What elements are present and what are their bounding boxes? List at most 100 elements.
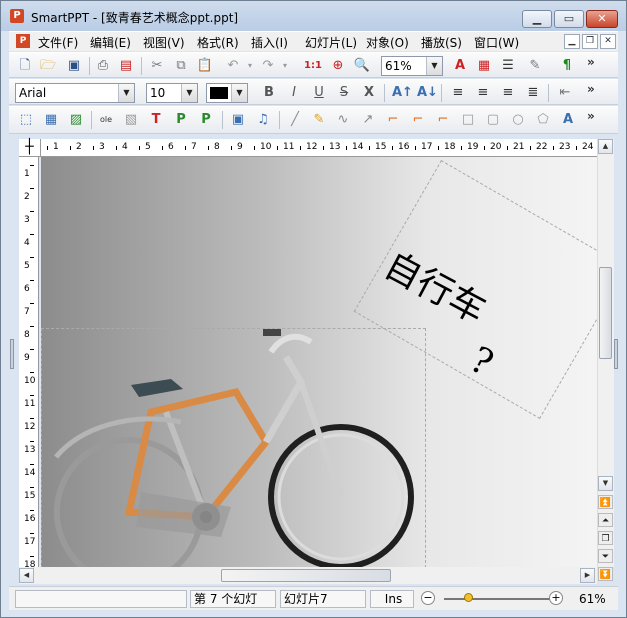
next-slide-icon[interactable]: ⏷ bbox=[598, 549, 613, 563]
font-name-combo[interactable]: Arial ▼ bbox=[15, 83, 135, 103]
sound-icon[interactable]: ♫ bbox=[254, 111, 272, 129]
connector3-icon[interactable]: ⌐ bbox=[434, 111, 452, 129]
left-pane-handle[interactable] bbox=[10, 339, 14, 369]
mdi-restore-button[interactable]: ❐ bbox=[582, 34, 598, 49]
last-slide-icon[interactable]: ⏬ bbox=[598, 567, 613, 581]
menu-format[interactable]: 格式(R) bbox=[197, 34, 239, 51]
zoom-page-icon[interactable]: ⊕ bbox=[329, 57, 347, 75]
menu-window[interactable]: 窗口(W) bbox=[474, 34, 519, 51]
chevron-down-icon[interactable]: ▼ bbox=[181, 84, 197, 102]
toolbar-more-icon[interactable]: » bbox=[587, 82, 595, 96]
zoom-in-button[interactable]: + bbox=[549, 591, 563, 605]
bold-button[interactable]: B bbox=[260, 84, 278, 102]
align-center-icon[interactable]: ≡ bbox=[474, 84, 492, 102]
text-p2-icon[interactable]: P bbox=[197, 111, 215, 129]
roundrect-icon[interactable]: ▢ bbox=[484, 111, 502, 129]
menu-edit[interactable]: 编辑(E) bbox=[90, 34, 131, 51]
select-icon[interactable]: ⬚ bbox=[17, 111, 35, 129]
slide-pages-icon[interactable]: ❐ bbox=[598, 531, 613, 545]
slide-canvas[interactable]: 自行车 ? bbox=[41, 157, 597, 567]
chevron-down-icon[interactable]: ▼ bbox=[231, 84, 247, 102]
menu-insert[interactable]: 插入(I) bbox=[251, 34, 288, 51]
vertical-scroll-thumb[interactable] bbox=[599, 267, 612, 359]
toolbar-more-icon[interactable]: » bbox=[587, 109, 595, 123]
scroll-right-icon[interactable]: ▶ bbox=[580, 568, 595, 583]
font-size-combo[interactable]: 10 ▼ bbox=[146, 83, 198, 103]
connector-icon[interactable]: ⌐ bbox=[384, 111, 402, 129]
text-t-icon[interactable]: T bbox=[147, 111, 165, 129]
connector2-icon[interactable]: ⌐ bbox=[409, 111, 427, 129]
brush-icon[interactable]: ✎ bbox=[526, 57, 544, 75]
pdf-icon[interactable]: ▤ bbox=[117, 57, 135, 75]
search-icon[interactable]: 🔍 bbox=[353, 57, 371, 75]
close-button[interactable]: ✕ bbox=[586, 10, 618, 28]
zoom-combo[interactable]: 61% ▼ bbox=[381, 56, 443, 76]
italic-button[interactable]: I bbox=[285, 84, 303, 102]
minimize-button[interactable]: ▁ bbox=[522, 10, 552, 28]
pencil-icon[interactable]: ✎ bbox=[310, 111, 328, 129]
menu-slide[interactable]: 幻灯片(L) bbox=[305, 34, 357, 51]
line-icon[interactable]: ╱ bbox=[286, 111, 304, 129]
print-icon[interactable]: ⎙ bbox=[94, 57, 112, 75]
indent-icon[interactable]: ⇤ bbox=[556, 84, 574, 102]
scroll-down-icon[interactable]: ▼ bbox=[598, 476, 613, 491]
right-pane-handle[interactable] bbox=[614, 339, 618, 369]
paste-icon[interactable]: 📋 bbox=[196, 57, 214, 75]
toolbar-more-icon[interactable]: » bbox=[587, 55, 595, 69]
movie-icon[interactable]: ▣ bbox=[229, 111, 247, 129]
ruler-corner[interactable]: ┼ bbox=[19, 139, 41, 157]
align-right-icon[interactable]: ≡ bbox=[499, 84, 517, 102]
redo-icon[interactable]: ↷ bbox=[259, 57, 277, 75]
align-left-icon[interactable]: ≡ bbox=[449, 84, 467, 102]
strike-button[interactable]: S bbox=[335, 84, 353, 102]
slide-size-icon[interactable]: 1:1 bbox=[304, 57, 322, 75]
align-justify-icon[interactable]: ≣ bbox=[524, 84, 542, 102]
table-icon[interactable]: ▦ bbox=[42, 111, 60, 129]
image-icon[interactable]: ▨ bbox=[67, 111, 85, 129]
open-icon[interactable]: 🗁 bbox=[39, 57, 57, 75]
horizontal-scroll-thumb[interactable] bbox=[221, 569, 391, 582]
chart-icon[interactable]: ▧ bbox=[122, 111, 140, 129]
font-shrink-icon[interactable]: A↓ bbox=[417, 84, 438, 102]
arrow-icon[interactable]: ↗ bbox=[359, 111, 377, 129]
ellipse-icon[interactable]: ○ bbox=[509, 111, 527, 129]
notes-icon[interactable]: ▦ bbox=[475, 57, 493, 75]
scroll-left-icon[interactable]: ◀ bbox=[19, 568, 34, 583]
outline-icon[interactable]: ☰ bbox=[499, 57, 517, 75]
paragraph-icon[interactable]: ¶ bbox=[558, 57, 576, 75]
zoom-slider[interactable] bbox=[444, 598, 552, 600]
document-icon[interactable]: P bbox=[16, 34, 30, 48]
mdi-close-button[interactable]: ✕ bbox=[600, 34, 616, 49]
save-icon[interactable]: ▣ bbox=[65, 57, 83, 75]
menu-view[interactable]: 视图(V) bbox=[143, 34, 185, 51]
first-slide-icon[interactable]: ⏫ bbox=[598, 495, 613, 509]
ole-icon[interactable]: ole bbox=[97, 111, 115, 129]
clear-format-button[interactable]: X bbox=[360, 84, 378, 102]
menu-file[interactable]: 文件(F) bbox=[38, 34, 78, 51]
horizontal-scrollbar[interactable]: ◀ ▶ bbox=[19, 567, 597, 584]
copy-icon[interactable]: ⧉ bbox=[172, 57, 190, 75]
text-p-icon[interactable]: P bbox=[172, 111, 190, 129]
cut-icon[interactable]: ✂ bbox=[148, 57, 166, 75]
chevron-down-icon[interactable]: ▼ bbox=[426, 57, 442, 75]
prev-slide-icon[interactable]: ⏶ bbox=[598, 513, 613, 527]
new-icon[interactable]: 🗋 bbox=[16, 57, 34, 75]
rect-icon[interactable]: □ bbox=[459, 111, 477, 129]
redo-dropdown-icon[interactable]: ▾ bbox=[276, 57, 294, 75]
mdi-minimize-button[interactable]: ▁ bbox=[564, 34, 580, 49]
zoom-slider-knob[interactable] bbox=[464, 593, 473, 602]
underline-button[interactable]: U bbox=[310, 84, 328, 102]
chevron-down-icon[interactable]: ▼ bbox=[118, 84, 134, 102]
wordart-icon[interactable]: A bbox=[559, 111, 577, 129]
menu-object[interactable]: 对象(O) bbox=[366, 34, 409, 51]
undo-dropdown-icon[interactable]: ▾ bbox=[241, 57, 259, 75]
undo-icon[interactable]: ↶ bbox=[224, 57, 242, 75]
zoom-out-button[interactable]: − bbox=[421, 591, 435, 605]
font-color-combo[interactable]: ▼ bbox=[206, 83, 248, 103]
font-grow-icon[interactable]: A↑ bbox=[392, 84, 413, 102]
text-a-icon[interactable]: A bbox=[451, 57, 469, 75]
curve-icon[interactable]: ∿ bbox=[334, 111, 352, 129]
maximize-button[interactable]: ▭ bbox=[554, 10, 584, 28]
menu-play[interactable]: 播放(S) bbox=[421, 34, 462, 51]
scroll-up-icon[interactable]: ▲ bbox=[598, 139, 613, 154]
